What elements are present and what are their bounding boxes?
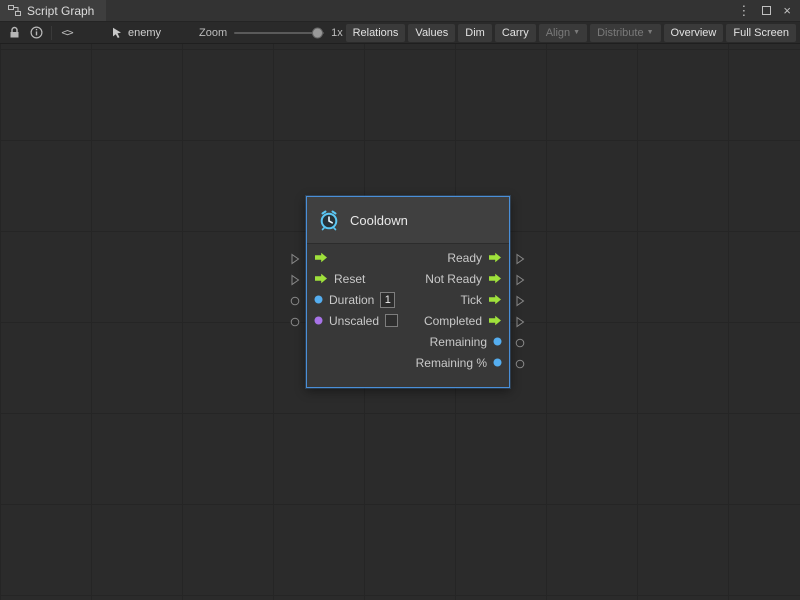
graph-canvas[interactable]: Cooldown Ready	[0, 44, 800, 600]
cooldown-node-cluster: Cooldown Ready	[288, 196, 528, 391]
port-row: Ready	[307, 247, 509, 268]
port-label-completed: Completed	[424, 314, 482, 328]
value-input-port-duration-outer[interactable]	[290, 296, 300, 306]
flow-output-port-ready-outer[interactable]	[515, 253, 525, 265]
zoom-slider-handle[interactable]	[312, 27, 323, 38]
graph-name-label: enemy	[128, 27, 161, 39]
port-label-ready: Ready	[447, 251, 482, 265]
port-label-unscaled: Unscaled	[329, 314, 379, 328]
close-icon[interactable]: ×	[783, 4, 791, 17]
info-icon[interactable]	[25, 24, 47, 42]
flow-input-port-enter-outer[interactable]	[290, 253, 300, 265]
value-input-port-duration[interactable]	[314, 295, 323, 304]
overview-button[interactable]: Overview	[664, 24, 724, 42]
port-label-not-ready: Not Ready	[425, 272, 482, 286]
value-output-port-remaining[interactable]	[493, 337, 502, 346]
zoom-slider[interactable]	[234, 32, 324, 34]
flow-output-port-not-ready-outer[interactable]	[515, 274, 525, 286]
chevron-down-icon: ▼	[573, 29, 580, 36]
port-row: Remaining	[307, 331, 509, 352]
zoom-label: Zoom	[199, 27, 227, 39]
flow-output-port-ready[interactable]	[488, 252, 502, 263]
maximize-icon[interactable]	[762, 6, 771, 15]
port-label-remaining-pct: Remaining %	[416, 356, 487, 370]
dim-button[interactable]: Dim	[458, 24, 492, 42]
port-label-tick: Tick	[460, 293, 482, 307]
carry-button[interactable]: Carry	[495, 24, 536, 42]
tab-script-graph[interactable]: Script Graph	[0, 0, 106, 21]
window-controls: ⋮ ×	[737, 0, 800, 21]
node-header[interactable]: Cooldown	[307, 197, 509, 244]
port-row: Unscaled Completed	[307, 310, 509, 331]
unscaled-checkbox[interactable]	[385, 314, 398, 327]
flow-output-port-tick[interactable]	[488, 294, 502, 305]
node-title: Cooldown	[350, 213, 408, 228]
value-output-port-remaining-pct-outer[interactable]	[515, 359, 525, 369]
value-input-port-unscaled[interactable]	[314, 316, 323, 325]
value-input-port-unscaled-outer[interactable]	[290, 317, 300, 327]
toolbar-separator	[51, 26, 52, 40]
node-body: Ready Reset Not Ready	[307, 244, 509, 373]
toolbar-buttons: Relations Values Dim Carry Align ▼ Distr…	[346, 24, 797, 42]
flow-input-port-reset[interactable]	[314, 273, 328, 284]
code-icon[interactable]: <>	[56, 24, 78, 42]
port-label-remaining: Remaining	[430, 335, 487, 349]
values-button[interactable]: Values	[408, 24, 455, 42]
tab-label: Script Graph	[27, 4, 94, 18]
port-row: Remaining %	[307, 352, 509, 373]
value-output-port-remaining-outer[interactable]	[515, 338, 525, 348]
align-button[interactable]: Align ▼	[539, 24, 587, 42]
port-row: Reset Not Ready	[307, 268, 509, 289]
graph-reference[interactable]: enemy	[112, 27, 161, 39]
flow-output-port-completed-outer[interactable]	[515, 316, 525, 328]
flow-input-port-enter[interactable]	[314, 252, 328, 263]
flow-output-port-completed[interactable]	[488, 315, 502, 326]
duration-value-field[interactable]: 1	[380, 292, 395, 308]
value-output-port-remaining-pct[interactable]	[493, 358, 502, 367]
graph-toolbar: <> enemy Zoom 1x Relations Values Dim Ca…	[0, 22, 800, 44]
lock-icon[interactable]	[3, 24, 25, 42]
flow-output-port-tick-outer[interactable]	[515, 295, 525, 307]
zoom-value: 1x	[331, 27, 343, 39]
flow-output-port-not-ready[interactable]	[488, 273, 502, 284]
full-screen-button[interactable]: Full Screen	[726, 24, 796, 42]
graph-icon	[8, 5, 21, 16]
window-titlebar: Script Graph ⋮ ×	[0, 0, 800, 22]
chevron-down-icon: ▼	[647, 29, 654, 36]
kebab-menu-icon[interactable]: ⋮	[737, 4, 750, 17]
port-label-duration: Duration	[329, 293, 374, 307]
cooldown-node[interactable]: Cooldown Ready	[306, 196, 510, 388]
flow-input-port-reset-outer[interactable]	[290, 274, 300, 286]
port-label-reset: Reset	[334, 272, 365, 286]
relations-button[interactable]: Relations	[346, 24, 406, 42]
distribute-button[interactable]: Distribute ▼	[590, 24, 660, 42]
timer-icon	[318, 209, 340, 231]
port-row: Duration 1 Tick	[307, 289, 509, 310]
pointer-icon	[112, 27, 123, 39]
